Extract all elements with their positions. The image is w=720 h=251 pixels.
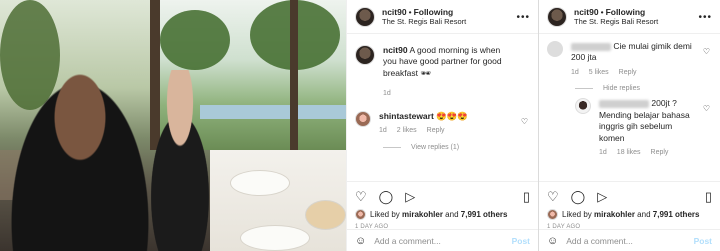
view-replies-button[interactable]: View replies (1) — [383, 144, 530, 151]
like-heart-icon[interactable]: ♡ — [355, 190, 367, 203]
following-button[interactable]: Following — [606, 7, 646, 17]
avatar[interactable] — [355, 209, 366, 220]
add-comment-bar: ☺ Add a comment... Post — [347, 229, 538, 251]
post-header: ncit90 • Following The St. Regis Bali Reso… — [347, 0, 538, 34]
blurred-username — [599, 100, 649, 109]
add-comment-bar: ☺ Add a comment... Post — [539, 229, 720, 251]
avatar[interactable] — [547, 209, 558, 220]
more-options-icon[interactable]: ••• — [516, 12, 530, 23]
share-icon[interactable]: ▷ — [597, 190, 607, 203]
liked-by-prefix: Liked by — [562, 210, 592, 219]
reply-button[interactable]: Reply — [427, 126, 445, 135]
liked-by-line: Liked by mirakohler and 7,991 others — [355, 209, 530, 220]
comment-likes[interactable]: 2 likes — [397, 126, 417, 135]
post-location[interactable]: The St. Regis Bali Resort — [574, 17, 658, 26]
liked-by-and: and — [445, 210, 459, 219]
photo-plate — [240, 225, 310, 251]
post-comment-button[interactable]: Post — [512, 236, 530, 246]
separator-dot: • — [600, 6, 604, 17]
replies-divider — [383, 146, 401, 148]
comment-icon[interactable]: ◯ — [379, 190, 394, 203]
caption: ncit90 A good morning is when you have g… — [355, 45, 530, 99]
more-options-icon[interactable]: ••• — [698, 12, 712, 23]
comment-likes[interactable]: 5 likes — [589, 68, 609, 77]
post-panel-right: ncit90 • Following The St. Regis Bali Reso… — [538, 0, 720, 251]
comment-like-heart-icon[interactable]: ♡ — [703, 47, 710, 56]
caption-username[interactable]: ncit90 — [383, 45, 408, 55]
photo-plate — [230, 170, 290, 196]
separator-dot: • — [408, 6, 412, 17]
avatar[interactable] — [355, 110, 371, 127]
photo-man — [0, 60, 160, 251]
comment-item: shintastewart 😍😍😍 1d 2 likes Reply ♡ — [355, 110, 530, 136]
post-footer: ♡ ◯ ▷ ▯ Liked by mirakohler and 7,991 ot… — [539, 181, 720, 251]
photo-bowl — [305, 200, 346, 230]
hide-replies-button[interactable]: Hide replies — [575, 85, 712, 92]
comment-username[interactable]: shintastewart — [379, 111, 434, 121]
blurred-username — [571, 42, 611, 51]
bookmark-icon[interactable]: ▯ — [523, 190, 530, 203]
likes-count[interactable]: 7,991 others — [461, 210, 508, 219]
emoji-icon[interactable]: ☺ — [547, 235, 558, 247]
emoji-icon[interactable]: ☺ — [355, 235, 366, 247]
caption-time[interactable]: 1d — [383, 89, 391, 98]
replies-divider — [575, 88, 593, 90]
add-comment-input[interactable]: Add a comment... — [374, 236, 511, 246]
avatar[interactable] — [547, 41, 563, 57]
post-comment-button[interactable]: Post — [694, 236, 712, 246]
following-button[interactable]: Following — [414, 7, 454, 17]
reply-time[interactable]: 1d — [599, 148, 607, 157]
avatar[interactable] — [547, 6, 567, 27]
bookmark-icon[interactable]: ▯ — [705, 190, 712, 203]
comment-time[interactable]: 1d — [379, 126, 387, 135]
post-username[interactable]: ncit90 — [382, 7, 407, 17]
post-location[interactable]: The St. Regis Bali Resort — [382, 17, 466, 26]
comment-like-heart-icon[interactable]: ♡ — [521, 117, 528, 126]
photo-tree — [160, 10, 230, 70]
post-photo[interactable] — [0, 0, 346, 251]
avatar[interactable] — [575, 98, 591, 115]
view-replies-label: View replies (1) — [411, 143, 460, 151]
comment-text: 😍😍😍 — [436, 110, 468, 121]
post-username[interactable]: ncit90 — [574, 7, 599, 17]
photo-window-frame — [290, 0, 298, 150]
post-panel-left: ncit90 • Following The St. Regis Bali Reso… — [346, 0, 538, 251]
reply-item: 200jt ? Mending belajar bahasa inggris g… — [575, 98, 712, 157]
liked-by-prefix: Liked by — [370, 210, 400, 219]
comment-time[interactable]: 1d — [571, 68, 579, 77]
reply-likes[interactable]: 18 likes — [617, 148, 641, 157]
liked-by-and: and — [637, 210, 651, 219]
reply-button[interactable]: Reply — [651, 148, 669, 157]
post-footer: ♡ ◯ ▷ ▯ Liked by mirakohler and 7,991 ot… — [347, 181, 538, 251]
avatar[interactable] — [355, 45, 375, 65]
liked-by-user[interactable]: mirakohler — [402, 210, 443, 219]
comment-like-heart-icon[interactable]: ♡ — [703, 104, 710, 113]
avatar[interactable] — [355, 6, 375, 27]
comments-list[interactable]: ncit90 A good morning is when you have g… — [347, 35, 538, 181]
share-icon[interactable]: ▷ — [405, 190, 415, 203]
comment-icon[interactable]: ◯ — [571, 190, 586, 203]
add-comment-input[interactable]: Add a comment... — [566, 236, 693, 246]
like-heart-icon[interactable]: ♡ — [547, 190, 559, 203]
liked-by-user[interactable]: mirakohler — [594, 210, 635, 219]
likes-count[interactable]: 7,991 others — [653, 210, 700, 219]
comment-item: Cie mulai gimik demi 200 jta 1d 5 likes … — [547, 41, 712, 77]
reply-button[interactable]: Reply — [619, 68, 637, 77]
hide-replies-label: Hide replies — [603, 85, 640, 93]
comments-list[interactable]: Cie mulai gimik demi 200 jta 1d 5 likes … — [539, 35, 720, 181]
liked-by-line: Liked by mirakohler and 7,991 others — [547, 209, 712, 220]
post-header: ncit90 • Following The St. Regis Bali Reso… — [539, 0, 720, 34]
